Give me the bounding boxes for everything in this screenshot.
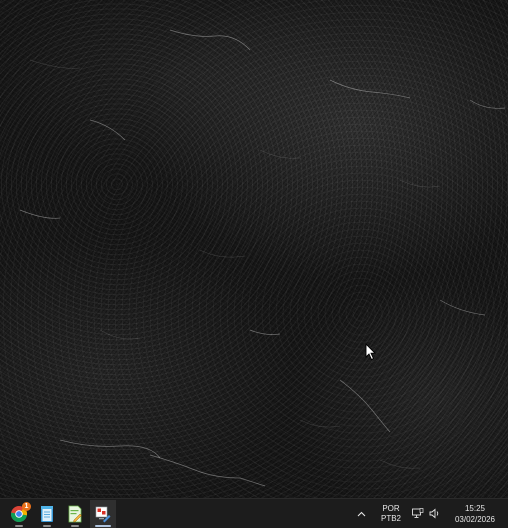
- system-tray: POR PTB2 15:25 03/02/2026: [354, 499, 508, 528]
- speaker-icon: [429, 508, 439, 519]
- desktop-wallpaper[interactable]: [0, 0, 508, 498]
- active-indicator: [95, 524, 111, 527]
- network-icon: [412, 508, 424, 518]
- clock-date: 03/02/2026: [454, 514, 496, 524]
- input-language-button[interactable]: POR PTB2: [374, 504, 408, 524]
- taskbar-app-paint[interactable]: [90, 499, 116, 528]
- taskbar: 1 POR PTB2 15:25 03/02/2026: [0, 498, 508, 528]
- paint-tool-icon: [95, 506, 111, 522]
- show-hidden-icons-button[interactable]: [354, 499, 368, 528]
- taskbar-app-editor[interactable]: [62, 500, 88, 528]
- clock-button[interactable]: 15:25 03/02/2026: [448, 503, 502, 525]
- language-code: POR: [382, 503, 400, 513]
- clock-time: 15:25: [464, 503, 486, 513]
- notification-badge: 1: [22, 501, 31, 511]
- chevron-up-icon: [357, 511, 365, 516]
- notepad-icon: [41, 505, 53, 522]
- editor-document-icon: [68, 505, 82, 522]
- taskbar-app-chrome[interactable]: 1: [6, 500, 32, 528]
- running-indicator: [43, 524, 51, 527]
- running-indicator: [71, 524, 79, 527]
- keyboard-layout: PTB2: [380, 513, 401, 523]
- network-button[interactable]: [411, 499, 425, 528]
- wallpaper-cracks: [19, 29, 506, 487]
- taskbar-app-notepad[interactable]: [34, 500, 60, 528]
- running-indicator: [15, 524, 23, 527]
- volume-button[interactable]: [428, 499, 442, 528]
- arrow-cursor-icon: [365, 343, 377, 361]
